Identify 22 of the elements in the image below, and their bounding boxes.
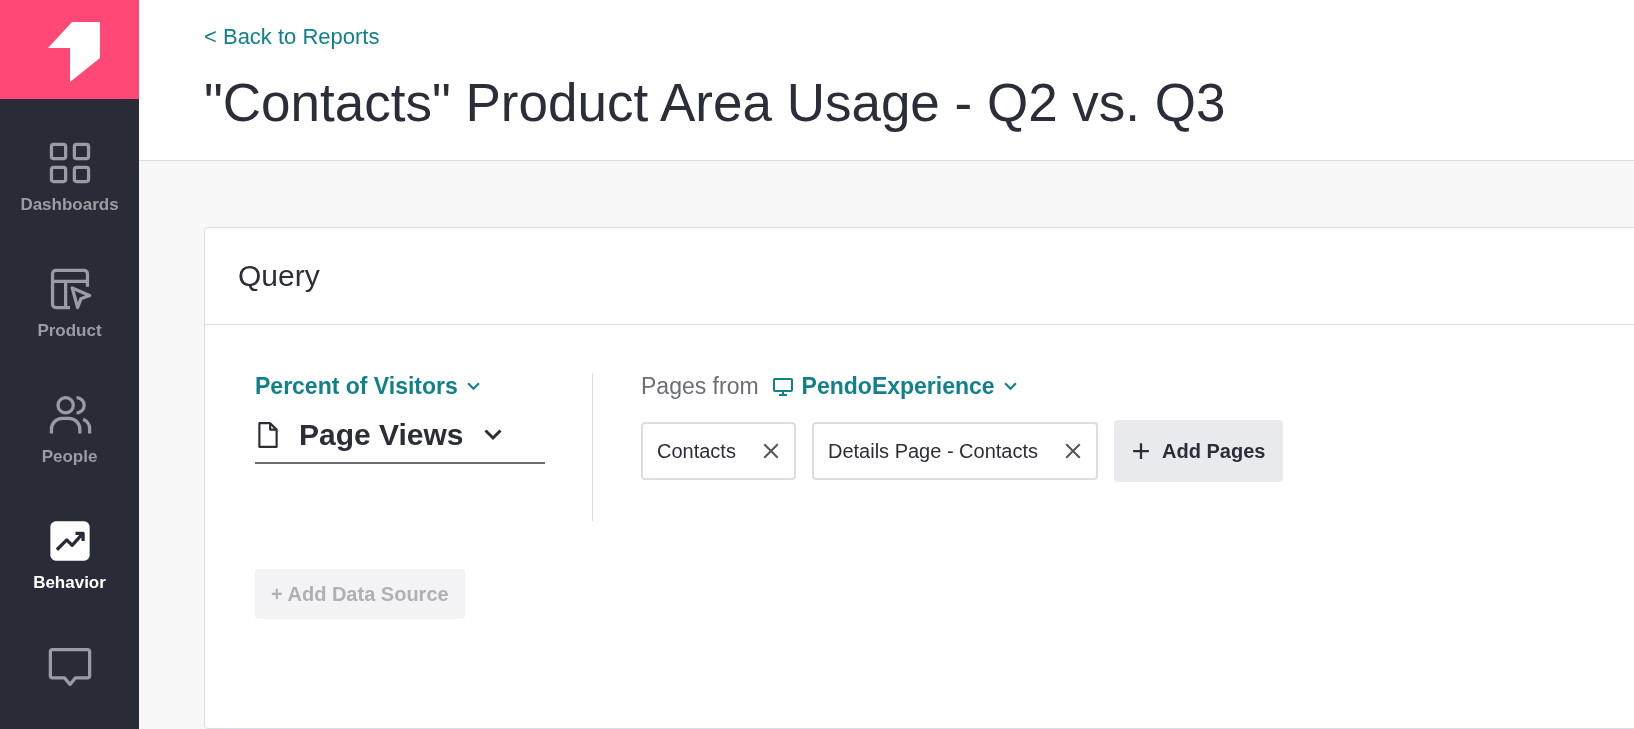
nav-item[interactable]: Behavior [0,477,139,603]
nav-item[interactable]: Product [0,225,139,351]
nav-item[interactable]: Dashboards [0,99,139,225]
chip-label: Details Page - Contacts [827,439,1039,463]
card-title: Query [238,259,320,293]
metric-dropdown[interactable]: Percent of Visitors [255,373,480,400]
event-type-dropdown[interactable]: Page Views [255,418,545,464]
back-link[interactable]: < Back to Reports [204,24,380,50]
chip-label: Contacts [657,439,736,463]
caret-icon [1003,382,1017,391]
plus-icon [1132,442,1151,460]
caret-icon [483,429,502,441]
app-dropdown[interactable]: PendoExperience [772,373,1017,400]
nav-item[interactable]: People [0,351,139,477]
remove-icon[interactable] [1064,442,1083,460]
caret-icon [466,382,480,391]
add-pages-button[interactable]: Add Pages [1114,420,1284,482]
remove-icon[interactable] [761,442,780,460]
page-title: "Contacts" Product Area Usage - Q2 vs. Q3 [204,72,1227,133]
document-icon [257,421,279,449]
monitor-icon [772,377,793,396]
pages-from-label: Pages from [641,373,759,400]
